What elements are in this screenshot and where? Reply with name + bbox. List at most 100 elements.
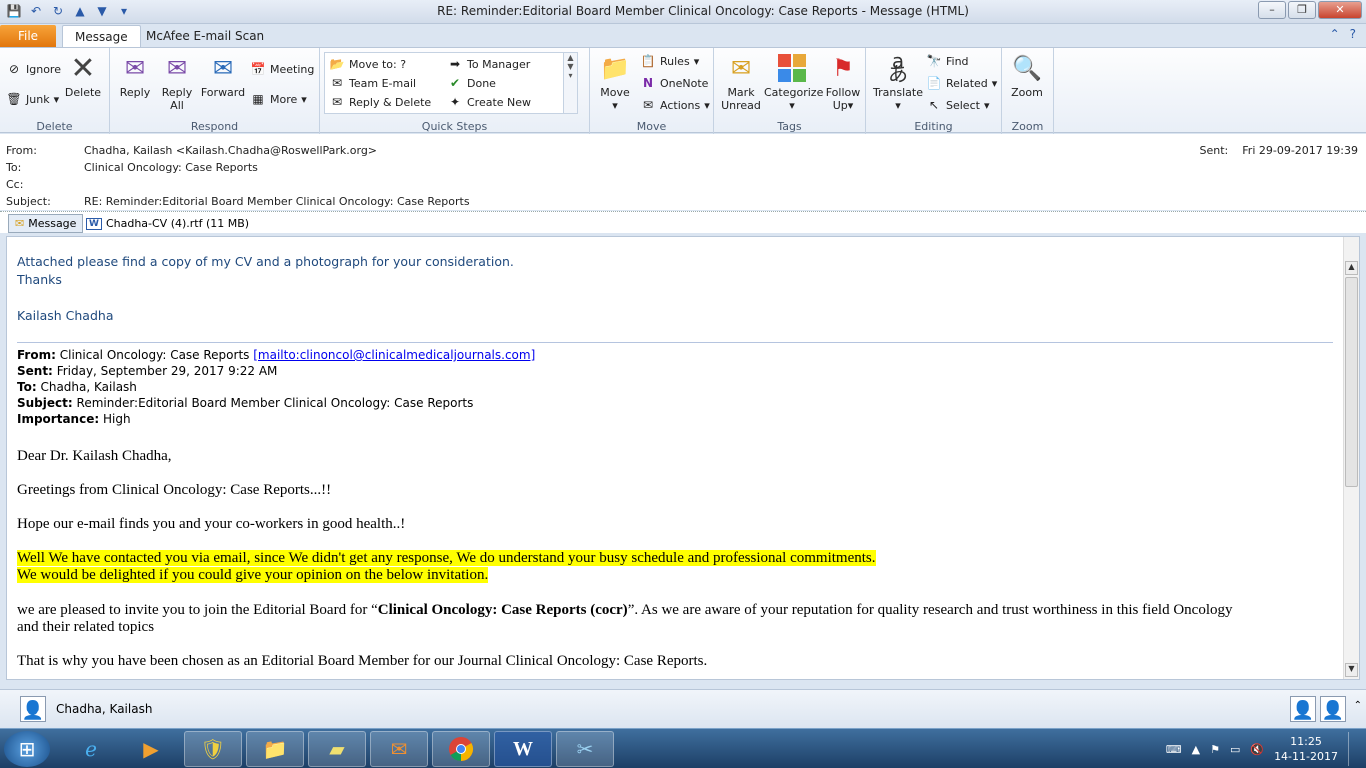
- help-icon[interactable]: ?: [1350, 27, 1356, 41]
- quickstep-move-to[interactable]: 📂 Move to: ?: [329, 55, 407, 73]
- quickstep-create-new[interactable]: ✦ Create New: [447, 93, 531, 111]
- highlight-line-1: Well We have contacted you via email, si…: [17, 550, 876, 566]
- taskbar: ⊞ ℯ ▶ 🛡 📁 ▰ ✉ W ✂ ⌨ ▲ ⚑ ▭ 🔇 11:25 14-11-2…: [0, 728, 1366, 768]
- avatar[interactable]: 👤: [20, 696, 46, 722]
- title-bar: 💾 ↶ ↻ ▲ ▼ ▾ RE: Reminder:Editorial Board…: [0, 0, 1366, 24]
- taskbar-word[interactable]: W: [494, 731, 552, 767]
- scroll-thumb[interactable]: [1345, 277, 1358, 487]
- message-body[interactable]: Attached please find a copy of my CV and…: [6, 236, 1360, 680]
- chrome-icon: [449, 737, 474, 761]
- taskbar-outlook[interactable]: ✉: [370, 731, 428, 767]
- maximize-button[interactable]: ❐: [1288, 1, 1316, 19]
- taskbar-internet-explorer[interactable]: ℯ: [62, 731, 120, 767]
- actions-button[interactable]: ✉ Actions ▾: [640, 96, 710, 114]
- attachment-file[interactable]: W Chadha-CV (4).rtf (11 MB): [86, 214, 249, 233]
- delete-button[interactable]: ✕ Delete: [58, 52, 108, 99]
- message-view-tab[interactable]: ✉ Message: [8, 214, 84, 233]
- to-value[interactable]: Clinical Oncology: Case Reports: [84, 161, 258, 174]
- more-button[interactable]: ▦ More ▾: [250, 90, 307, 108]
- mailto-link[interactable]: [mailto:clinoncol@clinicalmedicaljournal…: [253, 348, 535, 362]
- translate-button[interactable]: aあ Translate ▾: [872, 51, 924, 112]
- volume-muted-icon[interactable]: 🔇: [1250, 743, 1264, 756]
- taskbar-media-player[interactable]: ▶: [122, 731, 180, 767]
- subject-label: Subject:: [6, 195, 51, 208]
- body-scrollbar[interactable]: ▲ ▼: [1343, 237, 1359, 679]
- chevron-down-icon: ▾: [847, 99, 854, 112]
- ignore-button[interactable]: ⊘ Ignore: [6, 60, 61, 78]
- ribbon: ⊘ Ignore 🗑 Junk ▾ ✕ Delete Delete ✉ Reply ✉ Re…: [0, 47, 1366, 134]
- related-button[interactable]: 📄 Related ▾: [926, 74, 998, 92]
- taskbar-explorer[interactable]: 📁: [246, 731, 304, 767]
- ribbon-help-controls: ⌃ ?: [1330, 27, 1356, 41]
- select-button[interactable]: ↖ Select ▾: [926, 96, 990, 114]
- collapse-ribbon-icon[interactable]: ⌃: [1330, 27, 1340, 41]
- avatar[interactable]: 👤: [1290, 696, 1316, 722]
- clock[interactable]: 11:25 14-11-2017: [1274, 734, 1338, 764]
- quicksteps-group: 📂 Move to: ? ✉ Team E-mail ✉ Reply & Delete…: [320, 48, 590, 134]
- move-group-label: Move: [636, 120, 667, 133]
- mark-unread-button[interactable]: ✉ Mark Unread: [716, 52, 766, 113]
- scroll-down-arrow[interactable]: ▼: [1345, 663, 1358, 677]
- show-hidden-icons-icon[interactable]: ▲: [1192, 743, 1200, 756]
- cursor-icon: ↖: [928, 98, 940, 112]
- rules-button[interactable]: 📋 Rules ▾: [640, 52, 700, 70]
- tags-group: ✉ Mark Unread Categorize ▾ ⚑ Follow Up▾ Tags: [714, 48, 866, 134]
- to-manager-icon: ➡: [449, 57, 461, 71]
- tab-file[interactable]: File: [0, 25, 56, 47]
- scroll-up-arrow[interactable]: ▲: [1345, 261, 1358, 275]
- shield-icon: 🛡: [200, 737, 226, 761]
- people-pane: 👤 Chadha, Kailash 👤 👤 ⌃: [0, 689, 1366, 727]
- sent-label: Sent:: [1199, 144, 1229, 157]
- quickstep-done[interactable]: ✔ Done: [447, 74, 496, 92]
- close-button[interactable]: ✕: [1318, 1, 1362, 19]
- people-pane-name[interactable]: Chadha, Kailash: [56, 702, 152, 716]
- junk-button[interactable]: 🗑 Junk ▾: [6, 90, 59, 108]
- word-doc-icon: W: [86, 217, 102, 230]
- paragraph-invite-1: we are pleased to invite you to join the…: [17, 602, 1233, 618]
- tab-mcafee[interactable]: McAfee E-mail Scan: [134, 25, 276, 47]
- avatar[interactable]: 👤: [1320, 696, 1346, 722]
- quicksteps-scroll[interactable]: ▲ ▼ ▾: [563, 53, 577, 113]
- meeting-button[interactable]: 📅 Meeting: [250, 60, 315, 78]
- move-button[interactable]: 📁 Move ▾: [590, 52, 640, 113]
- tab-message[interactable]: Message: [62, 25, 141, 47]
- internet-explorer-icon: ℯ: [85, 737, 97, 761]
- actions-icon: ✉: [642, 98, 654, 112]
- taskbar-snipping-tool[interactable]: ✂: [556, 731, 614, 767]
- find-button[interactable]: 🔭 Find: [926, 52, 969, 70]
- quickstep-reply-delete[interactable]: ✉ Reply & Delete: [329, 93, 431, 111]
- chevron-down-icon: ▾: [704, 98, 710, 112]
- onenote-button[interactable]: N OneNote: [640, 74, 708, 92]
- chevron-down-icon: ▾: [301, 92, 307, 106]
- start-button[interactable]: ⊞: [4, 731, 50, 767]
- taskbar-chrome[interactable]: [432, 731, 490, 767]
- from-value[interactable]: Chadha, Kailash <Kailash.Chadha@RoswellP…: [84, 144, 377, 157]
- outlook-icon: ✉: [390, 737, 408, 761]
- action-center-icon[interactable]: ⚑: [1210, 743, 1220, 756]
- delete-group-label: Delete: [36, 120, 73, 133]
- keyboard-icon[interactable]: ⌨: [1166, 743, 1182, 756]
- show-desktop-button[interactable]: [1348, 732, 1358, 766]
- forward-button[interactable]: ✉ Forward: [198, 52, 248, 100]
- quickstep-to-manager[interactable]: ➡ To Manager: [447, 55, 530, 73]
- highlight-line-2: We would be delighted if you could give …: [17, 567, 489, 583]
- categorize-button[interactable]: Categorize ▾: [764, 52, 823, 112]
- follow-up-button[interactable]: ⚑ Follow Up▾: [818, 52, 868, 113]
- paragraph-invite-2: and their related topics: [17, 619, 155, 635]
- minimize-button[interactable]: –: [1258, 1, 1286, 19]
- flag-icon: ⚑: [832, 53, 854, 82]
- taskbar-sticky-notes[interactable]: ▰: [308, 731, 366, 767]
- greeting: Dear Dr. Kailash Chadha,: [17, 448, 172, 464]
- reply-all-button[interactable]: ✉ Reply All: [152, 52, 202, 113]
- team-email-icon: ✉: [331, 76, 343, 90]
- checkmark-icon: ✔: [449, 76, 461, 90]
- network-icon[interactable]: ▭: [1230, 743, 1240, 756]
- chevron-down-icon: ▾: [693, 54, 700, 68]
- zoom-button[interactable]: 🔍 Zoom: [1002, 52, 1052, 100]
- windows-logo-icon: ⊞: [18, 737, 36, 761]
- taskbar-security[interactable]: 🛡: [184, 731, 242, 767]
- move-to-icon: 📂: [329, 57, 345, 71]
- zoom-group-label: Zoom: [1011, 120, 1044, 133]
- quickstep-team-email[interactable]: ✉ Team E-mail: [329, 74, 416, 92]
- expand-people-pane-icon[interactable]: ⌃: [1354, 700, 1362, 711]
